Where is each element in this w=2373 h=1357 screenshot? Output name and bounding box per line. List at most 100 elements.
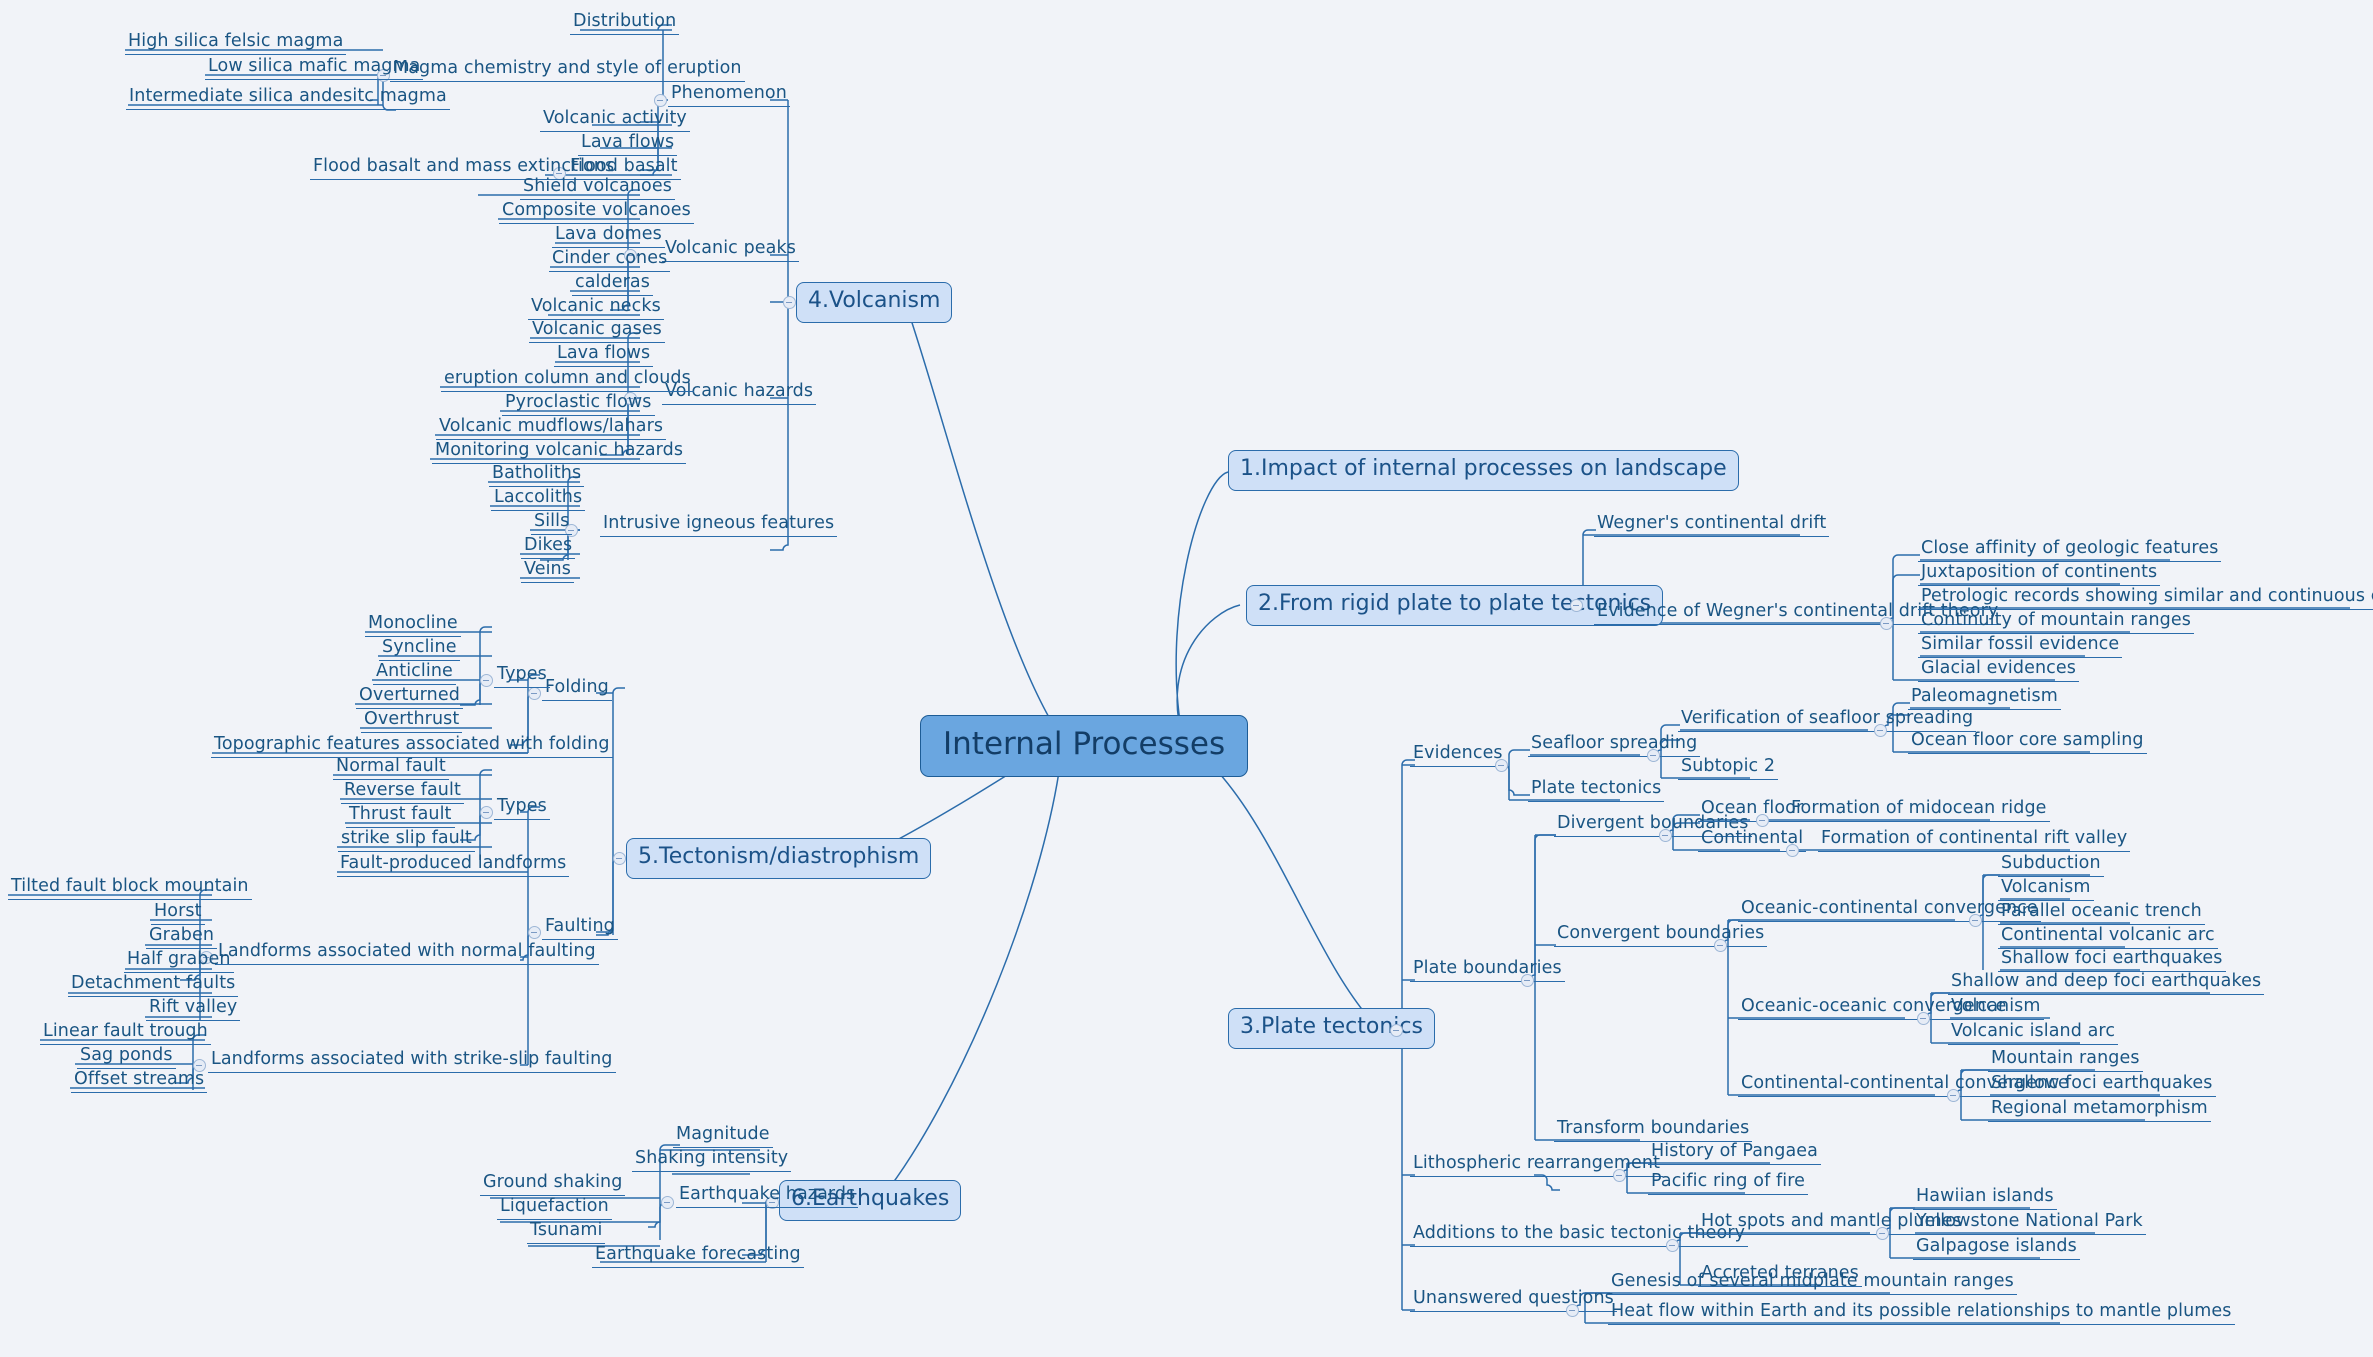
node-hazard-item-0[interactable]: Volcanic gases [529,320,665,343]
node-hazard-item-2[interactable]: eruption column and clouds [441,369,694,392]
toggle-continental-continental[interactable] [1947,1089,1960,1102]
toggle-verification-seafloor[interactable] [1874,724,1887,737]
toggle-convergent-boundaries[interactable] [1714,939,1727,952]
node-peak-item-4[interactable]: calderas [572,273,653,296]
node-plate-boundaries[interactable]: Plate boundaries [1410,959,1565,982]
toggle-rigid-plate[interactable] [1570,599,1583,612]
toggle-volcanism[interactable] [783,296,796,309]
node-oc-item-1[interactable]: Volcanism [1998,878,2094,901]
node-fault-type-0[interactable]: Normal fault [333,757,449,780]
toggle-continental[interactable] [1786,844,1799,857]
node-hazard-item-5[interactable]: Monitoring volcanic hazards [432,441,687,464]
node-volcanic-peaks[interactable]: Volcanic peaks [662,239,799,262]
node-eq-hazard-3[interactable]: Liquefaction [497,1197,612,1220]
node-hotspot-item-0[interactable]: Hawiian islands [1913,1187,2057,1210]
node-evidence-item-4[interactable]: Similar fossil evidence [1918,635,2123,658]
main-node-tectonism[interactable]: 5.Tectonism/diastrophism [626,838,932,879]
node-intrusive-item-0[interactable]: Batholiths [489,464,585,487]
node-fold-type-4[interactable]: Overthrust [361,710,463,733]
node-hazard-item-1[interactable]: Lava flows [554,344,654,367]
toggle-folding-types[interactable] [480,674,493,687]
toggle-evidences[interactable] [1495,759,1508,772]
node-evidence-item-3[interactable]: Continuity of mountain ranges [1918,611,2194,634]
node-litho-item-0[interactable]: History of Pangaea [1648,1142,1821,1165]
node-unanswered-questions[interactable]: Unanswered questions [1410,1289,1617,1312]
node-transform-boundaries[interactable]: Transform boundaries [1554,1119,1753,1142]
node-wegner-drift[interactable]: Wegner's continental drift [1594,514,1830,537]
node-fault-type-3[interactable]: strike slip fault [338,829,475,852]
node-normal-landform-3[interactable]: Half graben [124,950,234,973]
node-verification-item-1[interactable]: Ocean floor core sampling [1908,731,2147,754]
node-hazard-item-3[interactable]: Pyroclastic flows [502,393,655,416]
node-evidences[interactable]: Evidences [1410,744,1506,767]
node-fault-type-2[interactable]: Thrust fault [346,805,455,828]
toggle-faulting-types[interactable] [480,806,493,819]
node-eq-hazard-2[interactable]: Ground shaking [480,1173,626,1196]
toggle-folding[interactable] [528,687,541,700]
node-intrusive-item-3[interactable]: Dikes [521,536,576,559]
main-node-impact[interactable]: 1.Impact of internal processes on landsc… [1228,450,1739,491]
node-intrusive-igneous[interactable]: Intrusive igneous features [600,514,838,537]
node-fold-type-2[interactable]: Anticline [373,662,456,685]
node-earthquake-hazards[interactable]: Earthquake hazards [676,1185,859,1208]
node-oceanic-continental-convergence[interactable]: Oceanic-continental convergence [1738,899,2041,922]
node-folding[interactable]: Folding [542,678,612,701]
node-evidence-item-5[interactable]: Glacial evidences [1918,659,2079,682]
node-hazard-item-4[interactable]: Volcanic mudflows/lahars [436,417,667,440]
node-lava-flows-phenomenon[interactable]: Lava flows [578,133,678,156]
toggle-tectonism[interactable] [613,852,626,865]
node-peak-item-0[interactable]: Shield volcanoes [520,177,675,200]
node-intrusive-item-4[interactable]: Veins [521,560,574,583]
toggle-faulting[interactable] [528,926,541,939]
node-oc-item-0[interactable]: Subduction [1998,854,2104,877]
node-continental-rift-valley[interactable]: Formation of continental rift valley [1818,829,2131,852]
toggle-hot-spots[interactable] [1876,1227,1889,1240]
node-peak-item-2[interactable]: Lava domes [552,225,665,248]
node-fold-type-1[interactable]: Syncline [379,638,460,661]
node-evidence-item-0[interactable]: Close affinity of geologic features [1918,539,2222,562]
toggle-ocean-floor[interactable] [1756,814,1769,827]
node-intrusive-item-1[interactable]: Laccoliths [491,488,586,511]
node-earthquake-forecasting[interactable]: Earthquake forecasting [592,1245,804,1268]
node-normal-landform-5[interactable]: Rift valley [146,998,241,1021]
node-normal-faulting-landforms[interactable]: Landforms associated with normal faultin… [215,942,599,965]
main-node-plate-tectonics[interactable]: 3.Plate tectonics [1228,1008,1435,1049]
toggle-lithospheric[interactable] [1613,1169,1626,1182]
main-node-volcanism[interactable]: 4.Volcanism [796,282,953,323]
node-faulting[interactable]: Faulting [542,917,618,940]
node-normal-landform-1[interactable]: Horst [151,902,205,925]
toggle-additions[interactable] [1666,1239,1679,1252]
node-subtopic-2[interactable]: Subtopic 2 [1678,757,1779,780]
node-peak-item-1[interactable]: Composite volcanoes [499,201,694,224]
toggle-earthquake-hazards[interactable] [661,1196,674,1209]
node-midocean-ridge[interactable]: Formation of midocean ridge [1788,799,2050,822]
node-distribution[interactable]: Distribution [570,12,680,35]
node-unanswered-item-0[interactable]: Genesis of several midplate mountain ran… [1608,1272,2017,1295]
node-oo-item-0[interactable]: Shallow and deep foci earthquakes [1948,972,2265,995]
node-strike-landform-2[interactable]: Offset streams [71,1070,208,1093]
node-hotspot-item-2[interactable]: Galpagose islands [1913,1237,2080,1260]
node-topographic-folding[interactable]: Topographic features associated with fol… [211,735,613,758]
node-cc-item-2[interactable]: Regional metamorphism [1988,1099,2211,1122]
node-oo-item-1[interactable]: Volcanism [1948,997,2044,1020]
node-unanswered-item-1[interactable]: Heat flow within Earth and its possible … [1608,1302,2235,1325]
node-fault-produced-landforms[interactable]: Fault-produced landforms [337,854,570,877]
node-strike-slip-faulting-landforms[interactable]: Landforms associated with strike-slip fa… [208,1050,616,1073]
toggle-divergent-boundaries[interactable] [1659,829,1672,842]
node-hotspot-item-1[interactable]: Yellowstone National Park [1913,1212,2146,1235]
node-intrusive-item-2[interactable]: Sills [531,512,573,535]
toggle-plate-boundaries[interactable] [1521,974,1534,987]
node-peak-item-3[interactable]: Cinder cones [549,249,671,272]
node-evidence-item-2[interactable]: Petrologic records showing similar and c… [1918,587,2373,610]
toggle-unanswered[interactable] [1566,1304,1579,1317]
node-eq-hazard-1[interactable]: Shaking intensity [632,1149,792,1172]
node-seafloor-spreading[interactable]: Seafloor spreading [1528,734,1701,757]
node-eq-hazard-4[interactable]: Tsunami [527,1221,606,1244]
node-verification-item-0[interactable]: Paleomagnetism [1908,687,2061,710]
node-oc-item-3[interactable]: Continental volcanic arc [1998,926,2218,949]
node-phenomenon[interactable]: Phenomenon [668,84,790,107]
node-normal-landform-2[interactable]: Graben [146,926,218,949]
node-magma-item-2[interactable]: Intermediate silica andesitc magma [126,87,450,110]
node-fault-type-1[interactable]: Reverse fault [341,781,464,804]
node-magma-item-1[interactable]: Low silica mafic magma [205,57,424,80]
